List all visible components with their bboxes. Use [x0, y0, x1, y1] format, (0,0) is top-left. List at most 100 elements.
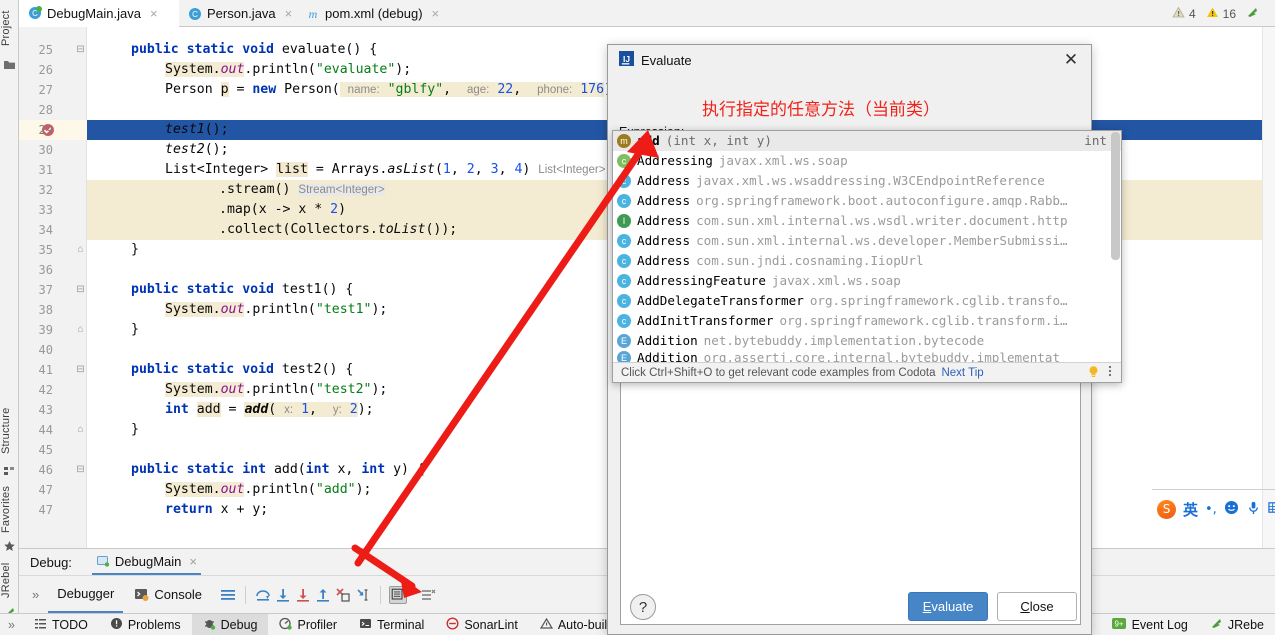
step-into-icon[interactable] [274, 586, 292, 604]
jrebel-icon [1210, 617, 1223, 633]
kebab-menu-icon[interactable] [1107, 364, 1113, 381]
status-item-debug[interactable]: Debug [191, 613, 269, 635]
status-expand-chevron-icon[interactable]: » [0, 618, 23, 632]
tab-debugger[interactable]: Debugger [48, 577, 124, 613]
mute-breakpoints-icon[interactable] [419, 586, 437, 604]
close-icon[interactable]: × [150, 6, 158, 21]
sogou-logo-icon[interactable]: S [1157, 499, 1176, 519]
evaluate-expression-icon[interactable] [389, 585, 408, 604]
close-icon[interactable]: ✕ [1060, 49, 1082, 71]
run-to-cursor-icon[interactable] [354, 586, 372, 604]
fold-marker[interactable]: ⊟ [75, 464, 86, 475]
dialog-title: Evaluate [641, 52, 692, 68]
code-line-47: return x + y; [165, 502, 269, 517]
completion-item[interactable]: c AddressingFeature javax.xml.ws.soap [613, 271, 1121, 291]
step-over-icon[interactable] [254, 586, 272, 604]
status-item-problems[interactable]: Problems [99, 614, 192, 635]
sidebar-item-favorites[interactable]: Favorites [0, 478, 19, 540]
code-line-40: public static void test2() { [131, 362, 354, 377]
editor-tab-bar: C DebugMain.java × C Person.java × m pom… [19, 0, 1275, 27]
completion-item[interactable]: c Address com.sun.xml.internal.ws.develo… [613, 231, 1121, 251]
lightbulb-icon[interactable] [1087, 365, 1100, 381]
completion-package: javax.xml.ws.wsaddressing.W3CEndpointRef… [696, 173, 1045, 188]
completion-item[interactable]: c Address com.sun.jndi.cosnaming.IiopUrl [613, 251, 1121, 271]
sidebar-item-structure[interactable]: Structure [0, 400, 19, 462]
completion-item[interactable]: c Address javax.xml.ws.wsaddressing.W3CE… [613, 171, 1121, 191]
fold-marker[interactable]: ⊟ [75, 364, 86, 375]
svg-text:IJ: IJ [623, 54, 630, 64]
code-line-31: .stream() Stream<Integer> [219, 182, 385, 197]
status-item-todo[interactable]: TODO [23, 614, 99, 635]
status-item-profiler[interactable]: Profiler [268, 614, 348, 635]
ime-divider [1152, 489, 1275, 490]
intellij-idea-icon: IJ [619, 51, 634, 69]
layout-icon[interactable] [219, 586, 237, 604]
emoji-icon[interactable] [1224, 500, 1239, 519]
editor-tab-person[interactable]: C Person.java × [179, 0, 297, 27]
editor-tab-pomxml[interactable]: m pom.xml (debug) × [297, 0, 457, 27]
drop-frame-icon[interactable] [334, 586, 352, 604]
close-button[interactable]: Close [997, 592, 1077, 621]
auto-build-icon [539, 617, 553, 633]
fold-marker[interactable]: ⊟ [75, 284, 86, 295]
sidebar-item-label: Structure [0, 407, 12, 455]
close-button-mnemonic: C [1020, 599, 1030, 614]
code-completion-popup[interactable]: m add (int x, int y) int c Addressing ja… [612, 130, 1122, 383]
completion-item[interactable]: m add (int x, int y) int [613, 131, 1121, 151]
status-item-terminal[interactable]: Terminal [348, 614, 435, 635]
completion-package: com.sun.xml.internal.ws.wsdl.writer.docu… [696, 213, 1068, 228]
completion-name: AddDelegateTransformer [637, 293, 804, 308]
line-number: 31 [38, 163, 53, 177]
completion-scrollbar[interactable] [1111, 132, 1120, 260]
line-number: 37 [38, 283, 53, 297]
status-item-label: Debug [220, 617, 258, 632]
next-tip-link[interactable]: Next Tip [941, 367, 983, 379]
status-item-event-log[interactable]: 9+ Event Log [1101, 614, 1199, 635]
completion-name: Address [637, 193, 691, 208]
completion-package: com.sun.xml.internal.ws.developer.Member… [696, 233, 1068, 248]
evaluate-button[interactable]: Evaluate [908, 592, 988, 621]
step-out-icon[interactable] [314, 586, 332, 604]
completion-item[interactable]: E Addition net.bytebuddy.implementation.… [613, 331, 1121, 351]
fold-marker[interactable]: ⌂ [75, 424, 86, 435]
fold-marker[interactable]: ⊟ [75, 44, 86, 55]
toolbar-separator [245, 585, 247, 604]
microphone-icon[interactable] [1246, 500, 1261, 519]
sogou-ime-bar[interactable]: S 英 •, [1157, 496, 1275, 522]
code-line-32: .map(x -> x * 2) [219, 202, 347, 217]
profiler-icon [279, 617, 293, 633]
expand-chevron-icon[interactable]: » [25, 587, 46, 602]
status-item-sonarlint[interactable]: SonarLint [435, 614, 529, 635]
completion-item[interactable]: c AddDelegateTransformer org.springframe… [613, 291, 1121, 311]
close-icon[interactable]: × [285, 6, 293, 21]
tab-console[interactable]: Console [125, 577, 211, 613]
completion-name: Address [637, 173, 691, 188]
completion-item[interactable]: c Addressing javax.xml.ws.soap [613, 151, 1121, 171]
close-icon[interactable]: × [189, 554, 197, 569]
enum-icon: E [617, 334, 631, 348]
force-step-into-icon[interactable] [294, 586, 312, 604]
debug-session-tab[interactable]: DebugMain × [91, 550, 202, 575]
line-number: 42 [38, 383, 53, 397]
completion-name: AddInitTransformer [637, 313, 774, 328]
punctuation-icon[interactable]: •, [1205, 502, 1217, 517]
completion-item[interactable]: c AddInitTransformer org.springframework… [613, 311, 1121, 331]
sidebar-item-project[interactable]: Project [0, 2, 19, 54]
line-number: 34 [38, 223, 53, 237]
fold-marker[interactable]: ⌂ [75, 244, 86, 255]
help-button[interactable]: ? [630, 594, 656, 620]
sidebar-item-jrebel[interactable]: JRebel [0, 556, 19, 604]
status-item-jrebel[interactable]: JRebe [1199, 614, 1275, 635]
completion-item[interactable]: I Address com.sun.xml.internal.ws.wsdl.w… [613, 211, 1121, 231]
inspection-warnings[interactable]: 4 16 [1172, 6, 1259, 22]
close-icon[interactable]: × [432, 6, 440, 21]
completion-item[interactable]: c Address org.springframework.boot.autoc… [613, 191, 1121, 211]
status-item-label: SonarLint [464, 617, 518, 632]
editor-tab-debugmain[interactable]: C DebugMain.java × [19, 0, 179, 27]
inspections-ok-icon[interactable] [1246, 6, 1259, 22]
ime-mode-label[interactable]: 英 [1183, 499, 1198, 520]
keyboard-icon[interactable] [1268, 500, 1275, 519]
error-stripe-scrollbar[interactable] [1262, 27, 1275, 548]
fold-marker[interactable]: ⌂ [75, 324, 86, 335]
weak-warning-count: 4 [1188, 7, 1196, 21]
